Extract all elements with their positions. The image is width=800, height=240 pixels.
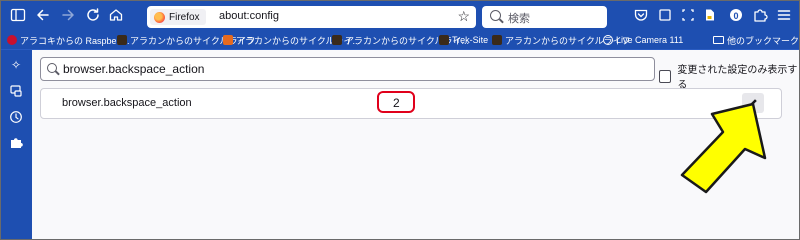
bookmarks-toolbar: アラコキからの Raspberr... アラカンからのサイクルライフ アラカンか… xyxy=(1,31,799,50)
other-bookmarks[interactable]: 他のブックマーク xyxy=(713,33,799,47)
url-text[interactable]: about:config xyxy=(219,10,279,22)
identity-box[interactable]: Firefox xyxy=(150,9,206,25)
folder-icon xyxy=(713,36,724,44)
preference-row[interactable]: browser.backspace_action 2 xyxy=(40,88,782,119)
bookmark-label: アラコキからの Raspberr... xyxy=(20,35,130,46)
show-modified-only-toggle[interactable]: 変更された設定のみ表示する xyxy=(659,61,800,91)
account-icon[interactable]: 0 xyxy=(727,7,745,25)
address-bar[interactable]: Firefox about:config ☆ xyxy=(147,6,476,28)
show-modified-label: 変更された設定のみ表示する xyxy=(677,65,798,91)
pocket-icon[interactable] xyxy=(632,7,650,25)
blogger-icon xyxy=(223,35,233,45)
bookmark-item[interactable]: Trek-Site xyxy=(439,33,488,47)
preference-name: browser.backspace_action xyxy=(62,97,192,109)
search-icon xyxy=(47,63,57,73)
search-placeholder: 検索 xyxy=(508,13,530,25)
preference-value: 2 xyxy=(393,96,400,110)
history-icon[interactable] xyxy=(9,110,23,124)
raspberry-icon xyxy=(7,35,17,45)
bookmark-label: Live Camera 111 xyxy=(616,35,684,45)
sidebar-toggle-icon[interactable] xyxy=(9,7,27,25)
screenshot-icon[interactable] xyxy=(679,7,697,25)
extension-box-icon[interactable] xyxy=(656,7,674,25)
other-bookmarks-label: 他のブックマーク xyxy=(727,35,800,46)
bookmark-item[interactable]: Live Camera 111 xyxy=(603,33,683,47)
forward-arrow-icon[interactable] xyxy=(59,7,77,25)
preference-search-input[interactable]: browser.backspace_action xyxy=(40,57,655,81)
identity-label: Firefox xyxy=(169,11,200,23)
preference-search-value: browser.backspace_action xyxy=(63,62,205,76)
preference-value-highlight: 2 xyxy=(377,91,415,113)
navigation-toolbar: Firefox about:config ☆ 検索 0 xyxy=(1,1,799,31)
menu-icon[interactable] xyxy=(775,7,793,25)
show-modified-checkbox[interactable] xyxy=(659,69,672,83)
ai-sparkle-icon[interactable]: ✧ xyxy=(9,58,23,72)
back-arrow-icon[interactable] xyxy=(34,7,52,25)
sidebar: ✧ xyxy=(1,50,32,239)
cyclist-icon xyxy=(332,35,342,45)
profile-badge: 0 xyxy=(733,11,739,21)
search-icon xyxy=(490,10,501,21)
firefox-logo-icon xyxy=(154,11,165,23)
cyclist-icon xyxy=(492,35,502,45)
extensions-puzzle-icon[interactable] xyxy=(751,7,769,25)
cyclist-icon xyxy=(439,35,449,45)
home-icon[interactable] xyxy=(107,7,125,25)
document-icon[interactable] xyxy=(701,7,719,25)
bookmark-star-icon[interactable]: ☆ xyxy=(457,8,470,25)
search-bar[interactable]: 検索 xyxy=(482,6,607,28)
bookmark-item[interactable]: アラコキからの Raspberr... xyxy=(7,33,130,47)
reload-icon[interactable] xyxy=(84,7,102,25)
bookmark-label: Trek-Site xyxy=(452,35,489,45)
annotation-arrow-icon xyxy=(680,102,767,194)
addons-puzzle-icon[interactable] xyxy=(9,136,23,150)
synced-tabs-icon[interactable] xyxy=(9,84,23,98)
globe-icon xyxy=(603,35,613,45)
cyclist-icon xyxy=(117,35,127,45)
